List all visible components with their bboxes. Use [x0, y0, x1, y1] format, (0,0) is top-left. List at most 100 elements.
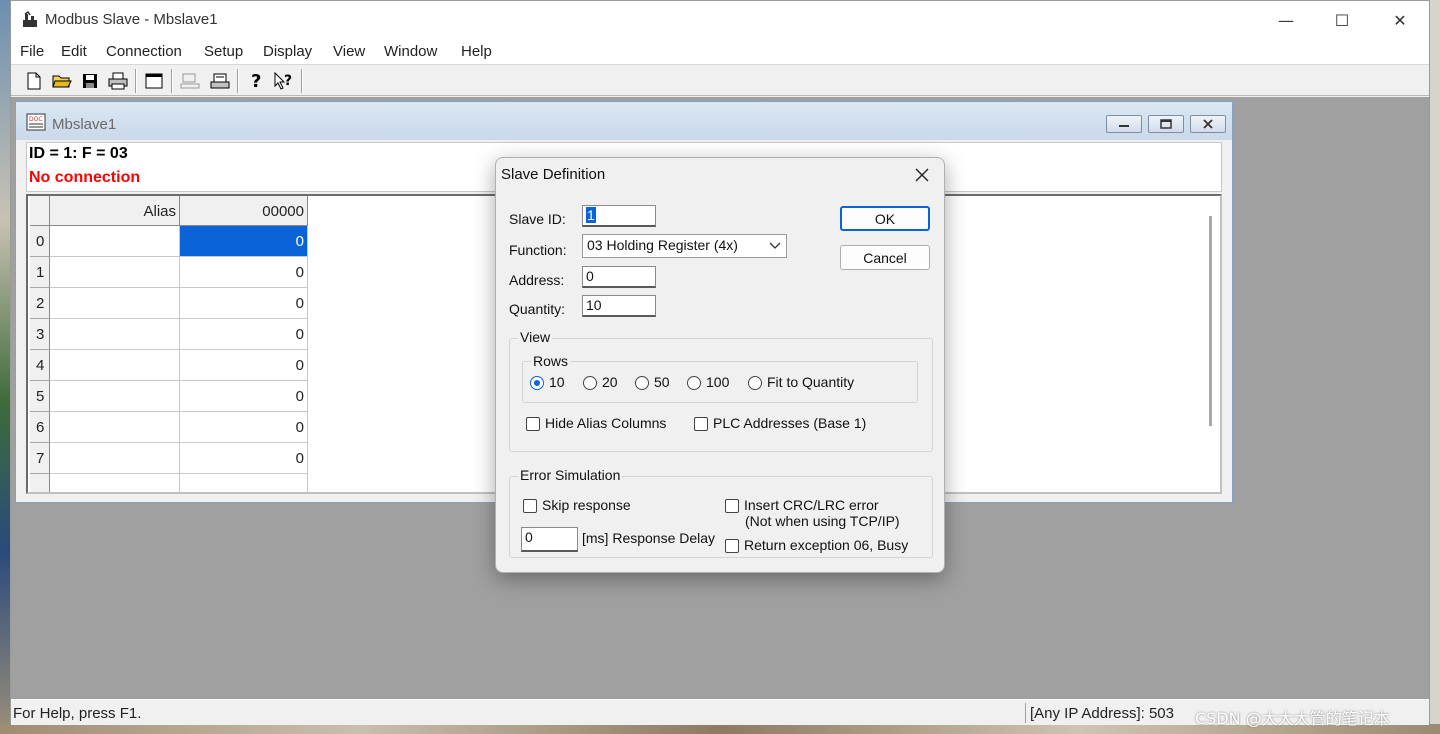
open-button[interactable] — [51, 70, 73, 92]
address-label: Address: — [509, 272, 565, 288]
toolbar-separator — [301, 69, 303, 93]
child-close-button[interactable] — [1190, 115, 1226, 133]
context-help-icon: ? — [274, 71, 292, 90]
value-cell[interactable]: 0 — [180, 412, 308, 443]
window-icon — [145, 73, 163, 89]
slave-id-input[interactable]: 1 — [582, 205, 656, 227]
view-group-label: View — [518, 329, 553, 345]
new-file-button[interactable] — [23, 70, 45, 92]
rows-100-label: 100 — [706, 374, 730, 390]
quantity-input[interactable]: 10 — [582, 295, 656, 317]
close-icon — [915, 168, 929, 182]
response-delay-input[interactable]: 0 — [521, 527, 578, 552]
print-button[interactable] — [107, 70, 129, 92]
value-cell[interactable]: 0 — [180, 350, 308, 381]
menu-connection[interactable]: Connection — [106, 43, 182, 60]
rows-20-radio[interactable] — [583, 376, 597, 390]
slave-definition-dialog: Slave Definition Slave ID: 1 Function: 0… — [495, 157, 945, 573]
help-icon: ? — [251, 71, 261, 91]
toolbar-separator — [171, 69, 173, 93]
menu-view[interactable]: View — [333, 43, 365, 60]
row-header[interactable]: 5 — [30, 381, 50, 412]
restore-icon — [1160, 119, 1172, 129]
error-simulation-label: Error Simulation — [518, 467, 623, 483]
value-cell[interactable]: 0 — [180, 319, 308, 350]
plc-addresses-checkbox[interactable] — [694, 417, 708, 431]
save-button[interactable] — [79, 70, 101, 92]
toolbar-separator — [135, 69, 137, 93]
row-header[interactable]: 1 — [30, 257, 50, 288]
column-header-alias[interactable]: Alias — [50, 196, 180, 226]
rows-20-label: 20 — [602, 374, 618, 390]
dialog-close-button[interactable] — [908, 162, 936, 188]
row-header[interactable]: 0 — [30, 226, 50, 257]
value-cell[interactable]: 0 — [180, 257, 308, 288]
cancel-button[interactable]: Cancel — [840, 245, 930, 270]
rows-100-radio[interactable] — [687, 376, 701, 390]
menu-edit[interactable]: Edit — [61, 43, 87, 60]
dialog-title: Slave Definition — [501, 166, 606, 183]
response-delay-label: [ms] Response Delay — [582, 530, 716, 546]
rows-fit-label: Fit to Quantity — [767, 374, 855, 390]
context-help-button[interactable]: ? — [273, 70, 295, 92]
skip-response-checkbox[interactable] — [523, 499, 537, 513]
alias-cell[interactable] — [50, 288, 180, 319]
value-cell[interactable]: 0 — [180, 381, 308, 412]
plc-addresses-label: PLC Addresses (Base 1) — [713, 415, 867, 431]
value-cell[interactable]: 0 — [180, 288, 308, 319]
insert-crc-label: Insert CRC/LRC error — [744, 497, 879, 513]
toolbar-separator — [237, 69, 239, 93]
help-button[interactable]: ? — [245, 70, 267, 92]
column-header-address[interactable]: 00000 — [180, 196, 308, 226]
alias-cell[interactable] — [50, 350, 180, 381]
minimize-button[interactable]: — — [1257, 1, 1315, 39]
menu-file[interactable]: File — [20, 43, 44, 60]
value-cell[interactable]: 0 — [180, 226, 308, 257]
child-restore-button[interactable] — [1148, 115, 1184, 133]
alias-cell[interactable] — [50, 257, 180, 288]
ok-button[interactable]: OK — [840, 206, 930, 231]
child-minimize-button[interactable] — [1106, 115, 1142, 133]
connect-button[interactable] — [209, 70, 231, 92]
function-select[interactable]: 03 Holding Register (4x) — [582, 234, 787, 258]
slave-id-line: ID = 1: F = 03 — [29, 145, 128, 162]
quantity-label: Quantity: — [509, 301, 566, 317]
alias-cell[interactable] — [50, 226, 180, 257]
alias-cell[interactable] — [50, 443, 180, 474]
csdn-watermark: CSDN @大大大管的笔记本 — [1195, 709, 1390, 728]
row-header[interactable]: 7 — [30, 443, 50, 474]
row-header[interactable]: 6 — [30, 412, 50, 443]
menu-bar: File Edit Connection Setup Display View … — [11, 39, 1429, 64]
row-header[interactable]: 2 — [30, 288, 50, 319]
row-header[interactable]: 3 — [30, 319, 50, 350]
menu-help[interactable]: Help — [461, 43, 492, 60]
menu-window[interactable]: Window — [384, 43, 437, 60]
alias-cell[interactable] — [50, 381, 180, 412]
menu-display[interactable]: Display — [263, 43, 312, 60]
address-input[interactable]: 0 — [582, 266, 656, 288]
return-exception-checkbox[interactable] — [725, 539, 739, 553]
rows-fit-radio[interactable] — [748, 376, 762, 390]
help-hint: For Help, press F1. — [13, 705, 142, 722]
hide-alias-checkbox[interactable] — [526, 417, 540, 431]
insert-crc-checkbox[interactable] — [725, 499, 739, 513]
maximize-icon: ☐ — [1334, 10, 1350, 30]
menu-setup[interactable]: Setup — [204, 43, 243, 60]
window-button[interactable] — [143, 70, 165, 92]
new-file-icon — [27, 72, 41, 90]
row-header[interactable]: 4 — [30, 350, 50, 381]
alias-cell[interactable] — [50, 319, 180, 350]
value-cell[interactable]: 0 — [180, 443, 308, 474]
modbus-app-icon — [23, 11, 37, 27]
close-button[interactable]: ✕ — [1371, 1, 1429, 39]
vertical-scrollbar[interactable] — [1209, 216, 1212, 426]
rows-50-radio[interactable] — [635, 376, 649, 390]
disabled-print-button[interactable] — [179, 70, 201, 92]
rows-10-radio[interactable] — [530, 376, 544, 390]
close-icon: ✕ — [1393, 10, 1407, 30]
alias-cell[interactable] — [50, 412, 180, 443]
maximize-button[interactable]: ☐ — [1313, 1, 1371, 39]
disabled-printer-icon — [180, 73, 200, 89]
rows-group-label: Rows — [531, 353, 571, 369]
svg-text:?: ? — [251, 71, 261, 91]
